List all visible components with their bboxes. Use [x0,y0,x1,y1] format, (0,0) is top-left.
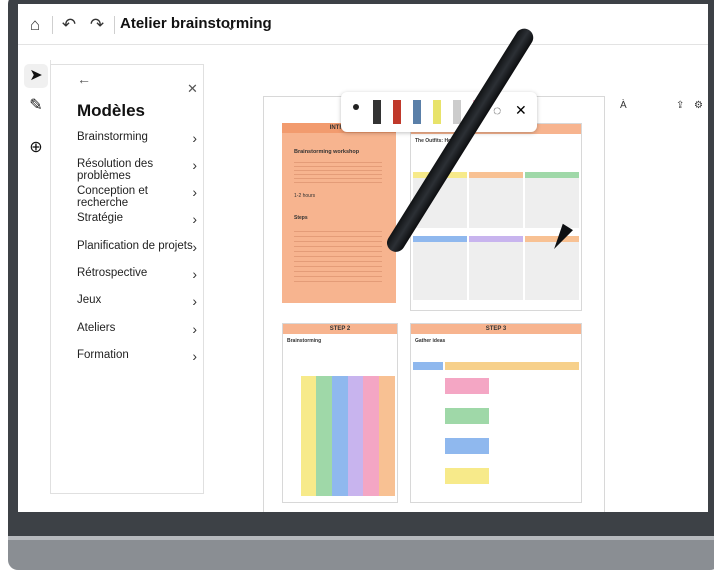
menu-item-label: Formation [77,349,129,361]
arrow-left-icon[interactable]: ← [77,71,91,87]
undo-icon[interactable]: ↶ [58,14,80,36]
menu-item-strategy[interactable]: Stratégie › [77,211,197,227]
lasso-icon[interactable]: ◌ [493,102,501,118]
close-icon[interactable]: ✕ [187,81,198,97]
menu-item-label: Planification de projets [77,240,193,252]
whiteboard-canvas[interactable]: INTRO Brainstorming workshop 1-2 hours S… [263,96,605,512]
step1-zone [525,172,579,228]
board-title[interactable]: Atelier brainstorming [120,15,272,32]
step2-subtitle: Brainstorming [287,338,322,344]
menu-item-label: Jeux [77,294,102,306]
divider [52,16,53,34]
step2-note-grid [301,376,395,496]
menu-item-label: Résolution des problèmes [77,158,154,182]
blue-pen-icon[interactable] [413,100,421,124]
plus-icon[interactable]: ⊕ [24,136,48,160]
chevron-right-icon: › [192,130,197,146]
display-base [8,540,714,570]
menu-item-training[interactable]: Formation › [77,348,197,364]
panel-title: Modèles [77,101,146,120]
sticky-note[interactable] [445,438,489,454]
intro-time: 1-2 hours [294,193,316,199]
highlighter-icon[interactable] [433,100,441,124]
gear-icon[interactable]: ⚙ [694,100,703,111]
step3-subtitle: Gather ideas [415,338,446,344]
intro-card[interactable]: INTRO Brainstorming workshop 1-2 hours S… [282,123,396,303]
pointer-icon[interactable]: ➤ [24,64,48,88]
chevron-right-icon: › [192,239,197,255]
red-pen-icon[interactable] [393,100,401,124]
pen-toolbar: ◌ ✕ [341,92,537,132]
chevron-right-icon: › [192,157,197,173]
intro-text [294,159,382,185]
menu-item-project-planning[interactable]: Planification de projets › [77,239,197,255]
step1-zone [413,236,467,300]
home-icon[interactable]: ⌂ [24,14,46,36]
menu-item-label: Conception et recherche [77,185,148,209]
top-bar: ⌂ ↶ ↷ Atelier brainstorming ⌄ [18,4,708,45]
step1-zone [469,172,523,228]
step1-zone [469,236,523,300]
sticky-note[interactable] [445,408,489,424]
dot-icon[interactable] [353,104,359,110]
chevron-right-icon: › [192,184,197,200]
menu-item-label: Brainstorming [77,131,148,143]
step2-card[interactable]: STEP 2 Brainstorming [282,323,398,503]
screen: ⌂ ↶ ↷ Atelier brainstorming ⌄ ➤ ✎ ⊕ ← ✕ … [18,4,708,512]
menu-item-workshops[interactable]: Ateliers › [77,321,197,337]
close-icon[interactable]: ✕ [515,102,527,119]
menu-item-games[interactable]: Jeux › [77,293,197,309]
step3-col-header [445,362,579,370]
sticky-note[interactable] [445,378,489,394]
menu-item-design-research[interactable]: Conception et recherche › [77,184,197,209]
sticky-note[interactable] [445,468,489,484]
menu-item-label: Ateliers [77,322,116,334]
chevron-right-icon: › [192,293,197,309]
step1-card[interactable]: STEP 1 The Outfits: Hot Air [410,123,582,311]
step2-header: STEP 2 [283,324,397,334]
step3-col-header [413,362,443,370]
tool-rail: ➤ ✎ ⊕ [22,60,51,490]
chevron-down-icon[interactable]: ⌄ [220,14,242,36]
menu-item-label: Rétrospective [77,267,148,279]
menu-item-label: Stratégie [77,212,124,224]
chevron-right-icon: › [192,348,197,364]
step3-header: STEP 3 [411,324,581,334]
intro-title: Brainstorming workshop [294,149,360,155]
redo-icon[interactable]: ↷ [86,14,108,36]
right-label: À [620,100,627,111]
chevron-right-icon: › [192,321,197,337]
intro-steps-text [294,227,382,283]
black-pen-icon[interactable] [373,100,381,124]
share-icon[interactable]: ⇪ [676,100,684,111]
menu-item-retrospective[interactable]: Rétrospective › [77,266,197,282]
step3-card[interactable]: STEP 3 Gather ideas [410,323,582,503]
menu-item-problem-solving[interactable]: Résolution des problèmes › [77,157,197,182]
menu-item-brainstorming[interactable]: Brainstorming › [77,130,197,146]
chevron-right-icon: › [192,266,197,282]
intro-steps-label: Steps [294,215,308,221]
eraser-icon[interactable] [453,100,461,124]
divider [114,16,115,34]
pen-icon[interactable]: ✎ [24,94,48,118]
chevron-right-icon: › [192,211,197,227]
templates-panel: ← ✕ Modèles Brainstorming › Résolution de… [50,64,204,494]
